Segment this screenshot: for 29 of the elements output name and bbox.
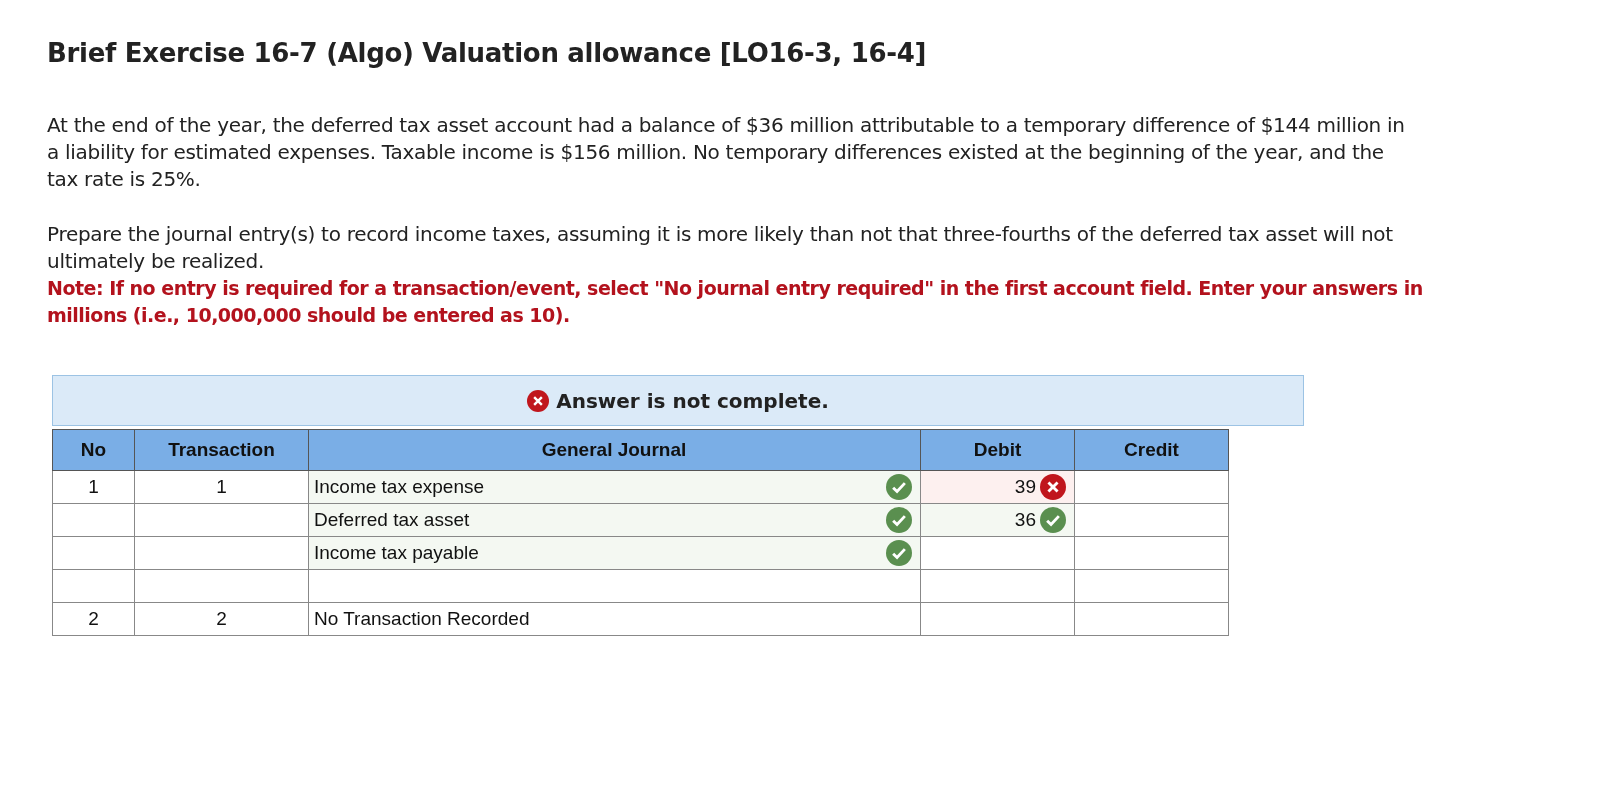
debit-cell[interactable]: 39 [920, 470, 1075, 504]
exercise-title: Brief Exercise 16-7 (Algo) Valuation allowance [LO16-3, 16-4] [47, 38, 928, 68]
column-header: Credit [1074, 429, 1229, 471]
debit-cell[interactable]: 36 [920, 503, 1075, 537]
debit-cell[interactable] [920, 569, 1075, 603]
table-cell: 1 [134, 470, 309, 504]
table-cell: 2 [52, 602, 135, 636]
account-cell[interactable]: No Transaction Recorded [308, 602, 921, 636]
column-header: Debit [920, 429, 1075, 471]
banner-text: Answer is not complete. [556, 388, 829, 413]
table-cell: 1 [52, 470, 135, 504]
question-text: Prepare the journal entry(s) to record income taxes, assuming it is more likely than not that three-fourths of the deferred tax asset will not ultimately be realized. [47, 221, 1394, 275]
credit-cell[interactable] [1074, 536, 1229, 570]
column-header: Transaction [134, 429, 309, 471]
debit-cell[interactable] [920, 536, 1075, 570]
debit-cell[interactable] [920, 602, 1075, 636]
account-cell[interactable]: Deferred tax asset [308, 503, 921, 537]
account-cell[interactable]: Income tax payable [308, 536, 921, 570]
column-header: General Journal [308, 429, 921, 471]
credit-cell[interactable] [1074, 470, 1229, 504]
question-text: At the end of the year, the deferred tax asset account had a balance of $36 million attributable to a temporary difference of $144 million in a liability for estimated expenses. Taxable income is $156 million. No temporary differences existed at the beginning of the year, and the tax rate is 25%. [47, 112, 1406, 193]
credit-cell[interactable] [1074, 503, 1229, 537]
table-cell: 2 [134, 602, 309, 636]
note-text: Note: If no entry is required for a transaction/event, select "No journal entry required" in the first account field. Enter your answers in millions (i.e., 10,000,000 should be entered as 10). [47, 276, 1424, 328]
column-header: No [52, 429, 135, 471]
credit-cell[interactable] [1074, 602, 1229, 636]
credit-cell[interactable] [1074, 569, 1229, 603]
account-cell[interactable]: Income tax expense [308, 470, 921, 504]
account-cell[interactable] [308, 569, 921, 603]
